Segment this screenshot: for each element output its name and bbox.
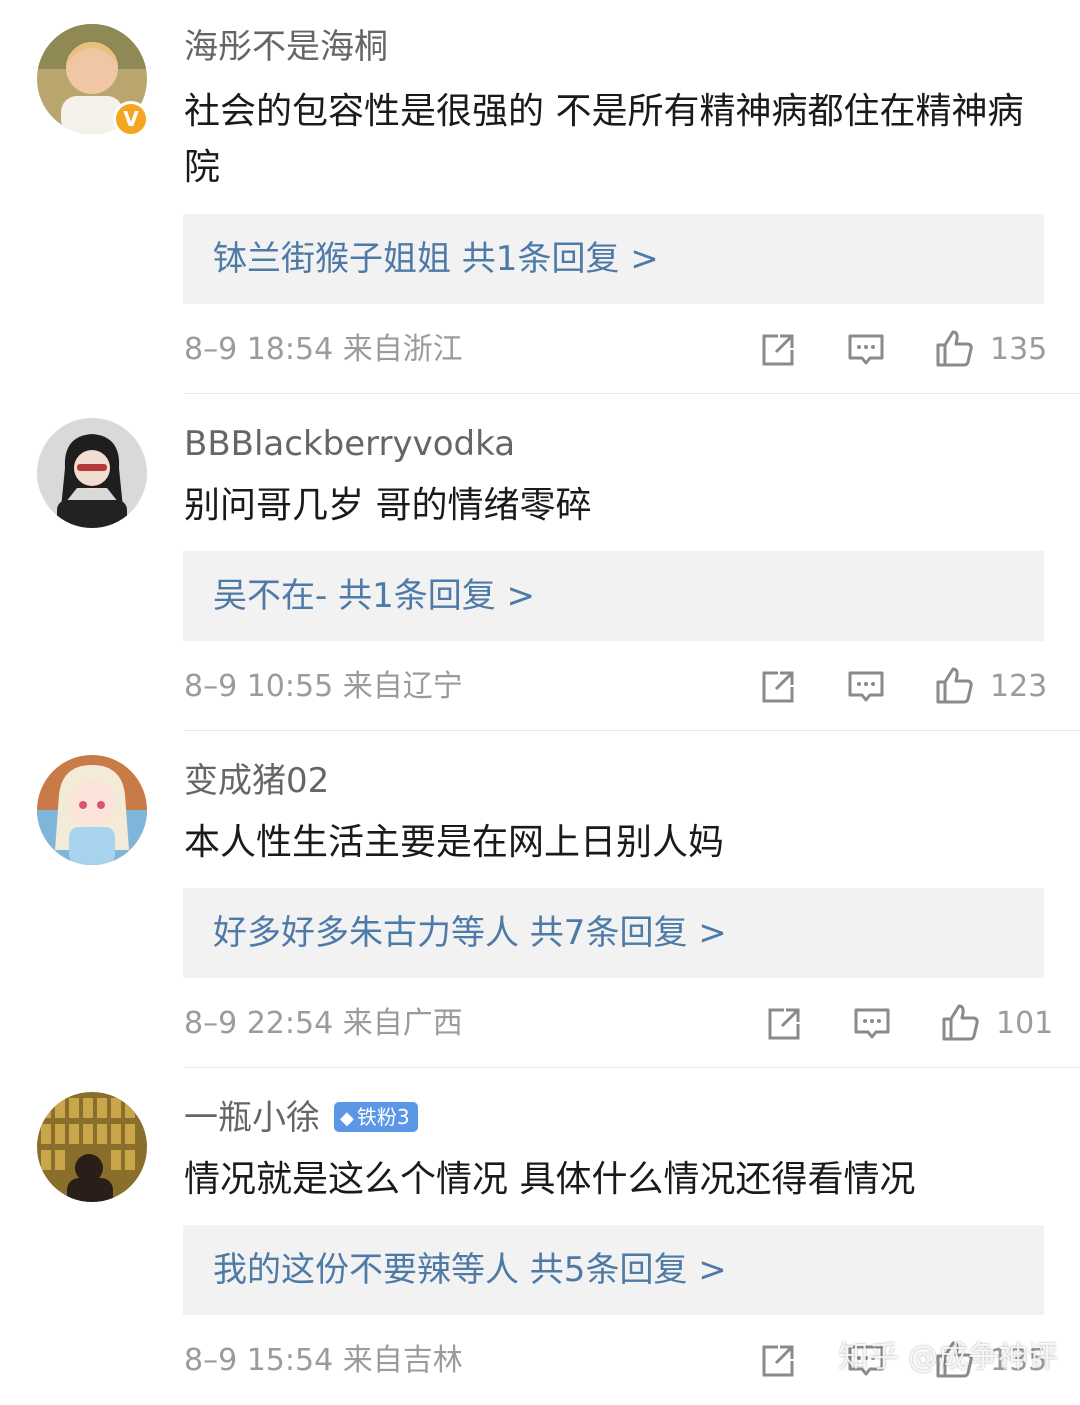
comment-text: 社会的包容性是很强的 不是所有精神病都住在精神病院 <box>184 91 1024 188</box>
reply-summary-link[interactable]: 我的这份不要辣等人 共5条回复 > <box>213 1225 727 1315</box>
comment-meta: 8–9 10:55 来自辽宁 <box>184 667 463 707</box>
share-icon[interactable] <box>758 1341 798 1381</box>
watermark: 知乎 @成争神评 <box>838 1340 1058 1375</box>
thumbs-up-icon[interactable] <box>940 1002 980 1042</box>
fan-badge-label: 铁粉3 <box>356 1104 410 1129</box>
like-count: 135 <box>990 332 1048 367</box>
reply-summary-box[interactable]: 我的这份不要辣等人 共5条回复 > <box>183 1225 1044 1315</box>
comment-item: 变成猪02 本人性生活主要是在网上日别人妈 好多好多朱古力等人 共7条回复 > … <box>0 731 1080 1068</box>
reply-summary-link[interactable]: 钵兰街猴子姐姐 共1条回复 > <box>213 214 659 304</box>
reply-summary-box[interactable]: 好多好多朱古力等人 共7条回复 > <box>183 888 1044 978</box>
comment-meta: 8–9 22:54 来自广西 <box>184 1004 463 1044</box>
fan-badge: ◆ 铁粉3 <box>334 1101 418 1132</box>
comment-text: 别问哥几岁 哥的情绪零碎 <box>184 485 592 526</box>
avatar[interactable] <box>37 418 147 528</box>
thumbs-up-icon[interactable] <box>934 665 974 705</box>
username[interactable]: 变成猪02 <box>184 759 329 803</box>
reply-summary-link[interactable]: 好多好多朱古力等人 共7条回复 > <box>213 888 727 978</box>
comment-meta: 8–9 15:54 来自吉林 <box>184 1341 463 1381</box>
share-icon[interactable] <box>758 330 798 370</box>
avatar[interactable] <box>37 755 147 865</box>
username: 一瓶小徐 ◆ 铁粉3 <box>184 1096 418 1140</box>
share-icon[interactable] <box>758 667 798 707</box>
avatar[interactable] <box>37 1092 147 1202</box>
comment-datetime: 8–9 15:54 <box>184 1343 334 1378</box>
comment-datetime: 8–9 22:54 <box>184 1006 334 1041</box>
reply-summary-box[interactable]: 吴不在- 共1条回复 > <box>183 551 1044 641</box>
username[interactable]: 海彤不是海桐 <box>184 25 388 69</box>
comment-item: BBBlackberryvodka 别问哥几岁 哥的情绪零碎 吴不在- 共1条回… <box>0 394 1080 731</box>
comment-location: 来自吉林 <box>342 1343 463 1378</box>
username-text[interactable]: 一瓶小徐 <box>184 1098 320 1138</box>
comment-location: 来自广西 <box>342 1006 463 1041</box>
comment-location: 来自辽宁 <box>342 669 463 704</box>
comment-datetime: 8–9 10:55 <box>184 669 334 704</box>
comment-item: V 海彤不是海桐 社会的包容性是很强的 不是所有精神病都住在精神病院 钵兰街猴子… <box>0 0 1080 394</box>
diamond-icon: ◆ <box>340 1107 354 1129</box>
share-icon[interactable] <box>764 1004 804 1044</box>
comment-meta: 8–9 18:54 来自浙江 <box>184 330 463 370</box>
reply-summary-link[interactable]: 吴不在- 共1条回复 > <box>213 551 535 641</box>
username[interactable]: BBBlackberryvodka <box>184 422 515 466</box>
comment-datetime: 8–9 18:54 <box>184 332 334 367</box>
comment-text: 情况就是这么个情况 具体什么情况还得看情况 <box>184 1159 916 1200</box>
comment-icon[interactable] <box>846 330 886 370</box>
comment-text: 本人性生活主要是在网上日别人妈 <box>184 822 725 863</box>
comment-location: 来自浙江 <box>342 332 463 367</box>
reply-summary-box[interactable]: 钵兰街猴子姐姐 共1条回复 > <box>183 214 1044 304</box>
verified-badge: V <box>113 101 149 137</box>
comment-icon[interactable] <box>852 1004 892 1044</box>
like-count: 123 <box>990 669 1048 704</box>
thumbs-up-icon[interactable] <box>934 328 974 368</box>
like-count: 101 <box>996 1006 1054 1041</box>
comment-icon[interactable] <box>846 667 886 707</box>
